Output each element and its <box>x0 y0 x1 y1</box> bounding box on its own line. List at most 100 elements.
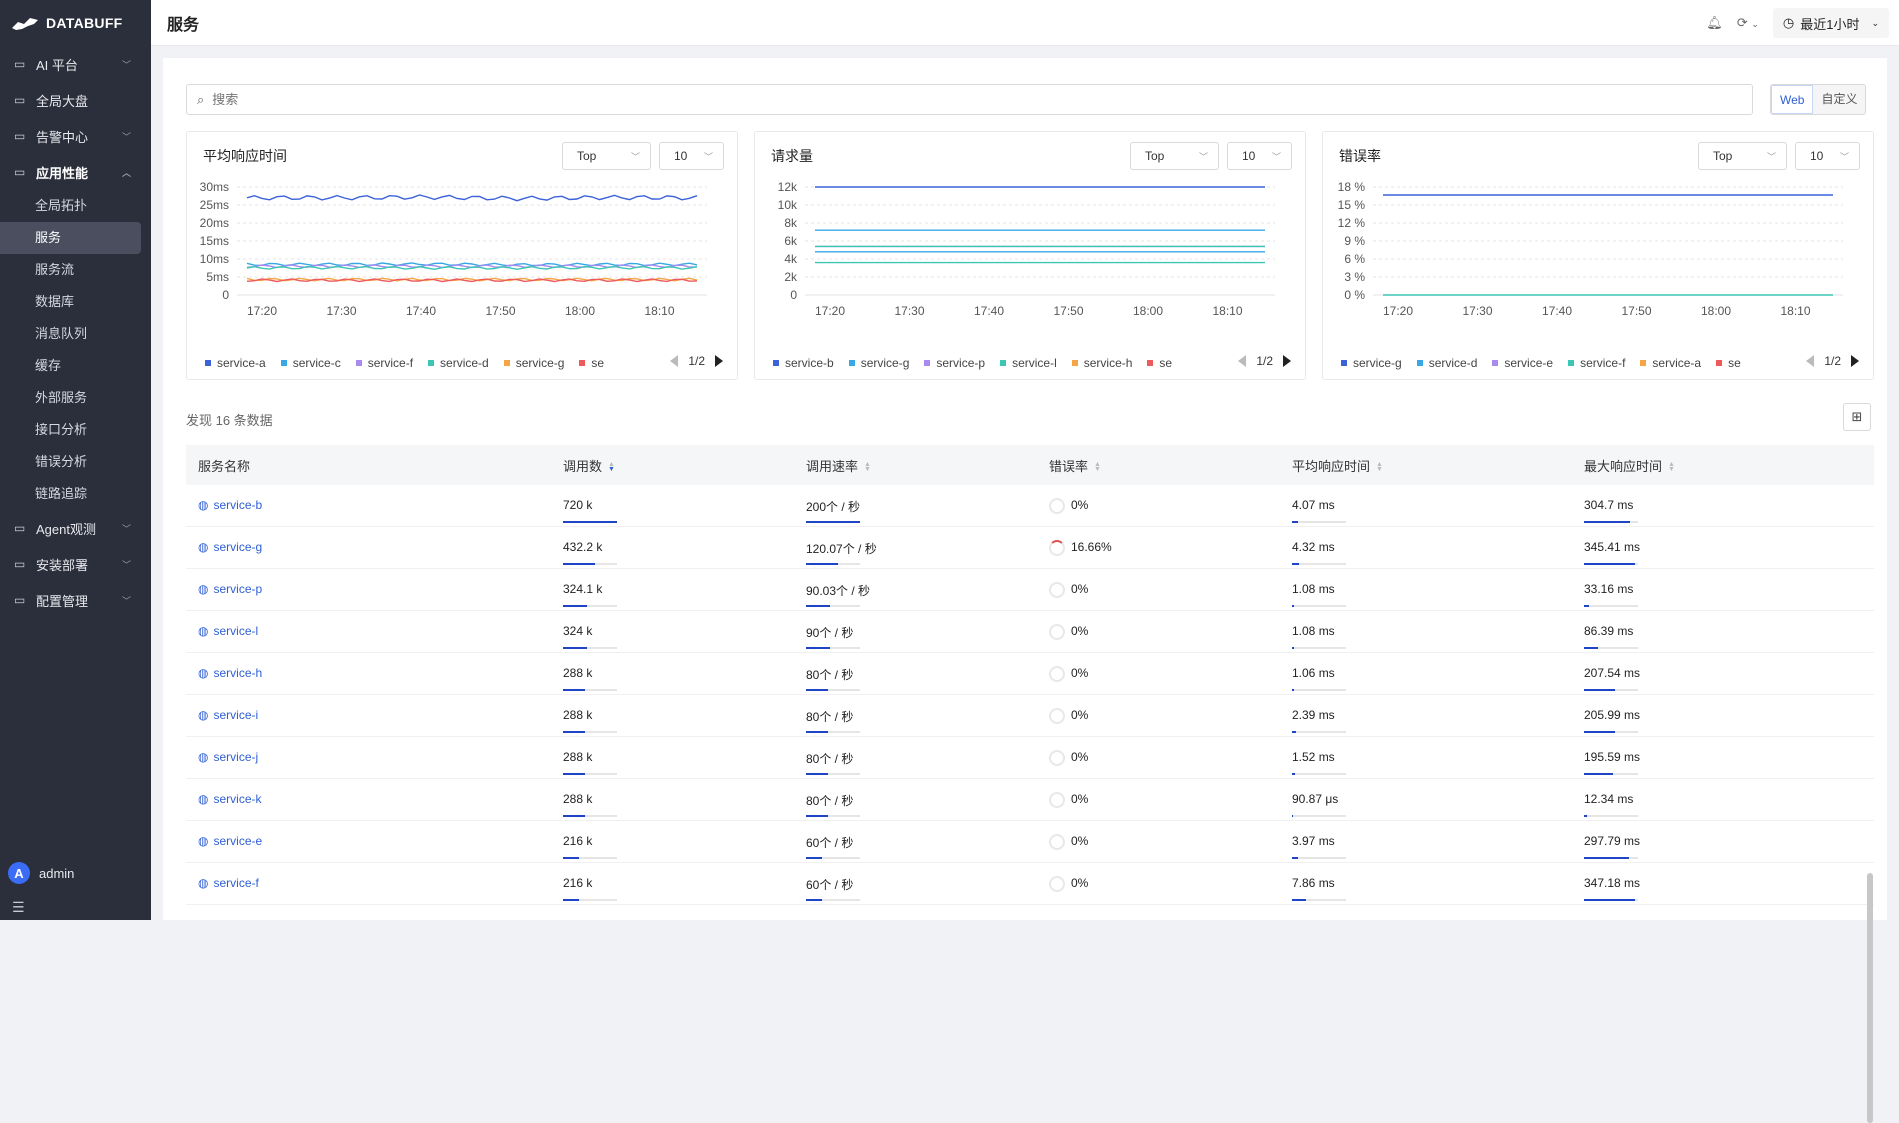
top-select[interactable]: Top ﹀ <box>1698 142 1787 170</box>
legend-item[interactable]: service-d <box>1416 355 1478 371</box>
view-toggle-custom[interactable]: 自定义 <box>1813 85 1865 114</box>
table-row[interactable]: ◍ service-h 288 k 80个 / 秒 0% 1.06 ms 207.54 ms <box>186 653 1874 695</box>
service-link[interactable]: ◍ service-p <box>198 582 262 596</box>
column-header[interactable]: 平均响应时间 ▲ ▼ <box>1292 456 1383 475</box>
table-row[interactable]: ◍ service-j 288 k 80个 / 秒 0% 1.52 ms 195.59 ms <box>186 737 1874 779</box>
search-input[interactable] <box>212 92 1713 107</box>
nav-apm[interactable]: ▭ 应用性能 ︿ <box>0 154 151 190</box>
legend-item[interactable]: service-l <box>1000 355 1057 371</box>
sidebar-subitem[interactable]: 链路追踪 <box>0 478 151 510</box>
cell-value: 86.39 ms <box>1584 624 1634 638</box>
service-link[interactable]: ◍ service-f <box>198 876 259 890</box>
table-row[interactable]: ◍ service-l 324 k 90个 / 秒 0% 1.08 ms 86.39 ms <box>186 611 1874 653</box>
column-settings-button[interactable]: ⊞ <box>1843 403 1871 431</box>
column-header[interactable]: 调用速率 ▲ ▼ <box>806 456 871 475</box>
bell-icon[interactable]: 🔔︎ <box>1706 15 1723 31</box>
column-header[interactable]: 错误率 ▲ ▼ <box>1049 456 1101 475</box>
count-select[interactable]: 10 ﹀ <box>1227 142 1292 170</box>
service-link[interactable]: ◍ service-k <box>198 792 262 806</box>
sidebar-subitem[interactable]: 接口分析 <box>0 414 151 446</box>
legend-item[interactable]: se <box>579 355 604 371</box>
prev-page-icon[interactable] <box>670 355 679 367</box>
y-tick-label: 30ms <box>200 182 229 194</box>
sidebar-subitem[interactable]: 外部服务 <box>0 382 151 414</box>
table-row[interactable]: ◍ service-k 288 k 80个 / 秒 0% 90.87 μs 12.34 ms <box>186 779 1874 821</box>
nav-dashboard[interactable]: ▭ 全局大盘 <box>0 82 151 118</box>
count-select[interactable]: 10 ﹀ <box>659 142 724 170</box>
legend-item[interactable]: service-c <box>280 355 341 371</box>
next-page-icon[interactable] <box>715 355 723 367</box>
service-link[interactable]: ◍ service-j <box>198 750 258 764</box>
cell-value: 1.08 ms <box>1292 624 1335 638</box>
time-range-picker[interactable]: ◷ 最近1小时 ⌄ <box>1772 8 1889 38</box>
view-toggle-web[interactable]: Web <box>1771 85 1814 114</box>
sidebar-subitem[interactable]: 缓存 <box>0 350 151 382</box>
refresh-icon[interactable]: ⟳ ⌄ <box>1737 15 1759 31</box>
sidebar-subitem[interactable]: 服务流 <box>0 254 151 286</box>
legend-item[interactable]: service-f <box>355 355 413 371</box>
table-row[interactable]: ◍ service-p 324.1 k 90.03个 / 秒 0% 1.08 ms 33.1… <box>186 569 1874 611</box>
service-link[interactable]: ◍ service-e <box>198 834 262 848</box>
table-row[interactable]: ◍ service-f 216 k 60个 / 秒 0% 7.86 ms 347.18 ms <box>186 863 1874 905</box>
top-select[interactable]: Top ﹀ <box>1130 142 1219 170</box>
table-row[interactable]: ◍ service-i 288 k 80个 / 秒 0% 2.39 ms 205.99 ms <box>186 695 1874 737</box>
service-link[interactable]: ◍ service-g <box>198 540 262 554</box>
legend-label: service-d <box>1428 356 1478 370</box>
logo[interactable]: DATABUFF <box>0 0 151 46</box>
legend-item[interactable]: service-p <box>924 355 985 371</box>
cell-value: 33.16 ms <box>1584 582 1634 596</box>
sidebar-subitem[interactable]: 数据库 <box>0 286 151 318</box>
user-menu[interactable]: A admin <box>0 854 151 892</box>
legend-item[interactable]: service-b <box>773 355 834 371</box>
table-scrollbar[interactable] <box>1867 873 1873 1123</box>
next-page-icon[interactable] <box>1283 355 1291 367</box>
sidebar-subitem[interactable]: 服务 <box>0 222 141 254</box>
legend-item[interactable]: se <box>1716 355 1741 371</box>
legend-item[interactable]: service-g <box>848 355 909 371</box>
sidebar-subitem[interactable]: 消息队列 <box>0 318 151 350</box>
sort-icon[interactable]: ▲ ▼ <box>1094 461 1101 473</box>
collapse-sidebar-icon[interactable]: ☰ <box>12 899 25 916</box>
line-chart: 0 2k 4k 6k 8k 10k 12k 17:20 17:30 17:40 17:50 18:00… <box>778 182 1275 318</box>
sort-icon[interactable]: ▲ ▼ <box>1668 461 1675 473</box>
legend-item[interactable]: service-g <box>503 355 564 371</box>
count-select[interactable]: 10 ﹀ <box>1795 142 1860 170</box>
nav-config[interactable]: ▭ 配置管理 ﹀ <box>0 582 151 618</box>
nav-agent[interactable]: ▭ Agent观测 ﹀ <box>0 510 151 546</box>
error-rate-ring-icon <box>1049 540 1065 556</box>
sort-icon[interactable]: ▲ ▼ <box>1376 461 1383 473</box>
service-name: service-h <box>213 666 263 680</box>
legend-item[interactable]: service-a <box>1640 355 1701 371</box>
sort-icon[interactable]: ▲ ▼ <box>864 461 871 473</box>
legend-item[interactable]: service-f <box>1568 355 1625 371</box>
legend-item[interactable]: service-d <box>428 355 489 371</box>
sort-icon[interactable]: ▲ ▼ <box>608 461 615 473</box>
sidebar-subitem[interactable]: 全局拓扑 <box>0 190 151 222</box>
y-tick-label: 18 % <box>1338 182 1366 194</box>
table-row[interactable]: ◍ service-e 216 k 60个 / 秒 0% 3.97 ms 297.79 ms <box>186 821 1874 863</box>
table-row[interactable]: ◍ service-g 432.2 k 120.07个 / 秒 16.66% 4.32 m… <box>186 527 1874 569</box>
column-header[interactable]: 调用数 ▲ ▼ <box>563 456 615 475</box>
nav-install[interactable]: ▭ 安装部署 ﹀ <box>0 546 151 582</box>
legend-swatch <box>503 360 510 366</box>
prev-page-icon[interactable] <box>1806 355 1815 367</box>
nav-alarm[interactable]: ▭ 告警中心 ﹀ <box>0 118 151 154</box>
legend-item[interactable]: service-e <box>1492 355 1553 371</box>
sidebar-subitem[interactable]: 错误分析 <box>0 446 151 478</box>
legend-item[interactable]: service-h <box>1071 355 1132 371</box>
prev-page-icon[interactable] <box>1238 355 1247 367</box>
next-page-icon[interactable] <box>1851 355 1859 367</box>
legend-item[interactable]: se <box>1147 355 1172 371</box>
top-select[interactable]: Top ﹀ <box>562 142 651 170</box>
service-link[interactable]: ◍ service-i <box>198 708 258 722</box>
service-link[interactable]: ◍ service-l <box>198 624 258 638</box>
search-box[interactable]: ⌕ <box>186 84 1753 115</box>
service-link[interactable]: ◍ service-h <box>198 666 262 680</box>
service-link[interactable]: ◍ service-b <box>198 498 262 512</box>
legend-page: 1/2 <box>1256 354 1273 368</box>
legend-item[interactable]: service-a <box>205 355 266 371</box>
legend-item[interactable]: service-g <box>1341 355 1402 371</box>
table-row[interactable]: ◍ service-b 720 k 200个 / 秒 0% 4.07 ms 304.7 ms <box>186 485 1874 527</box>
column-header[interactable]: 最大响应时间 ▲ ▼ <box>1584 456 1675 475</box>
nav-ai-platform[interactable]: ▭ AI 平台 ﹀ <box>0 46 151 82</box>
